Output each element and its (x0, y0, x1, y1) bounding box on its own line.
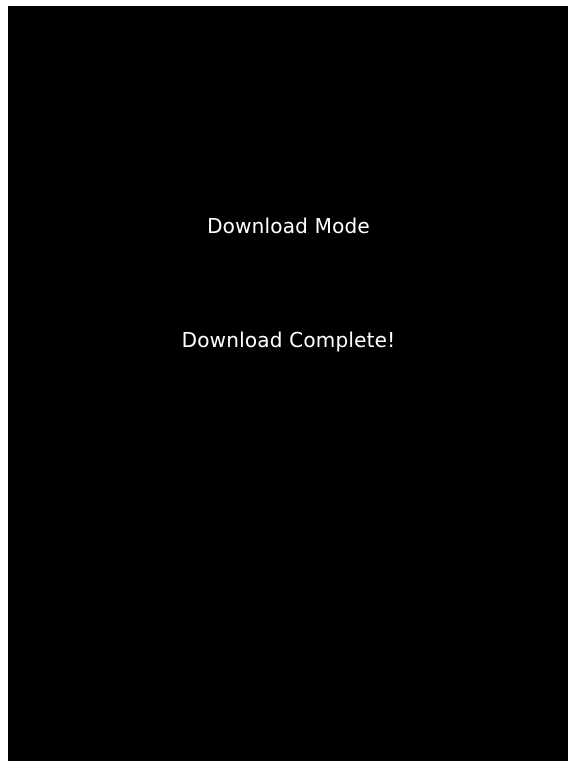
device-screen: Download Mode Download Complete! (8, 6, 568, 761)
download-status-message: Download Complete! (181, 328, 396, 352)
mode-title: Download Mode (207, 214, 370, 238)
